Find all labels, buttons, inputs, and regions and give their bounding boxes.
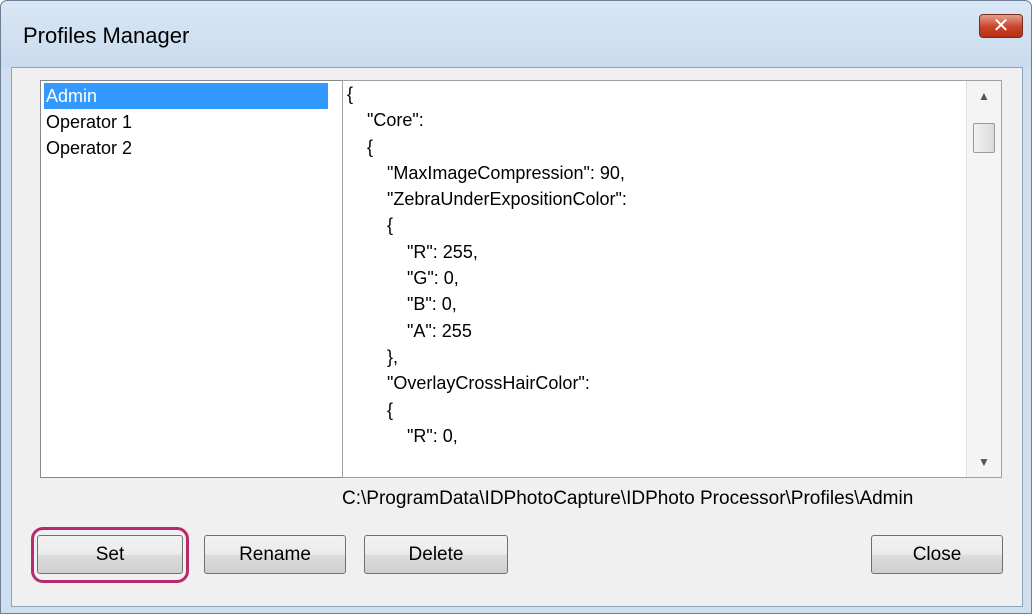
scrollbar-thumb[interactable] — [973, 123, 995, 153]
list-item-operator-1[interactable]: Operator 1 — [44, 109, 328, 135]
profile-json-text[interactable]: { "Core": { "MaxImageCompression": 90, "… — [347, 81, 977, 449]
title-bar: Profiles Manager ✕ — [1, 1, 1031, 67]
set-button[interactable]: Set — [37, 535, 183, 574]
list-item-label: Admin — [46, 86, 98, 106]
profiles-manager-window: Profiles Manager ✕ Admin Operator 1 Oper… — [0, 0, 1032, 614]
profiles-list[interactable]: Admin Operator 1 Operator 2 — [40, 80, 346, 478]
list-item-operator-2[interactable]: Operator 2 — [44, 135, 328, 161]
close-icon: ✕ — [992, 15, 1010, 37]
profile-json-editor[interactable]: { "Core": { "MaxImageCompression": 90, "… — [342, 80, 1002, 478]
list-item-label: Operator 1 — [46, 112, 133, 132]
rename-button[interactable]: Rename — [204, 535, 346, 574]
close-button[interactable]: Close — [871, 535, 1003, 574]
list-item-admin[interactable]: Admin — [44, 83, 328, 109]
scroll-up-icon[interactable]: ▲ — [967, 81, 1001, 111]
window-title: Profiles Manager — [23, 23, 190, 48]
window-close-button[interactable]: ✕ — [979, 14, 1023, 38]
dialog-body: Admin Operator 1 Operator 2 { "Core": { … — [11, 67, 1023, 607]
scroll-down-icon[interactable]: ▼ — [967, 447, 1001, 477]
delete-button[interactable]: Delete — [364, 535, 508, 574]
profile-path-label: C:\ProgramData\IDPhotoCapture\IDPhoto Pr… — [342, 488, 914, 509]
editor-scrollbar[interactable]: ▲ ▼ — [966, 81, 1001, 477]
list-item-label: Operator 2 — [46, 138, 133, 158]
